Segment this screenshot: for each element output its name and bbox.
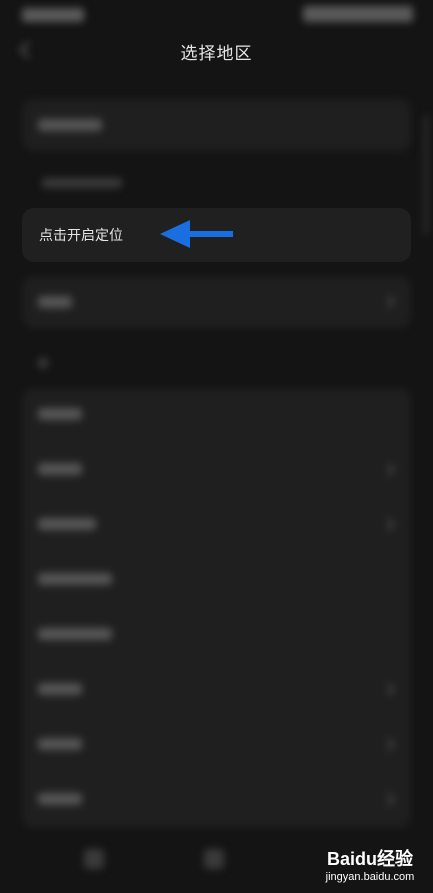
nav-home-icon[interactable] — [204, 849, 224, 869]
nav-back-icon[interactable] — [84, 849, 104, 869]
list-item[interactable] — [22, 443, 411, 498]
watermark-url: jingyan.baidu.com — [325, 871, 415, 883]
list-item[interactable] — [22, 773, 411, 828]
enable-location-label: 点击开启定位 — [39, 228, 123, 244]
province-card[interactable] — [22, 276, 411, 328]
region-list — [22, 388, 411, 828]
location-hint — [42, 178, 122, 188]
status-time — [22, 8, 84, 22]
arrow-left-icon — [160, 220, 233, 248]
status-icons — [303, 6, 413, 22]
section-index — [38, 358, 48, 368]
list-item[interactable] — [22, 498, 411, 553]
list-item[interactable] — [22, 718, 411, 773]
list-item[interactable] — [22, 663, 411, 718]
status-bar — [0, 0, 433, 30]
list-item[interactable] — [22, 388, 411, 443]
list-item[interactable] — [22, 553, 411, 608]
selected-region-card[interactable] — [22, 99, 411, 151]
app-header: 选择地区 — [0, 30, 433, 70]
watermark-logo: Baidu经验 — [326, 849, 413, 869]
page-title: 选择地区 — [180, 44, 253, 64]
baidu-watermark: Baidu经验 jingyan.baidu.com — [315, 845, 425, 883]
scrollbar[interactable] — [424, 115, 428, 235]
list-item[interactable] — [22, 608, 411, 663]
